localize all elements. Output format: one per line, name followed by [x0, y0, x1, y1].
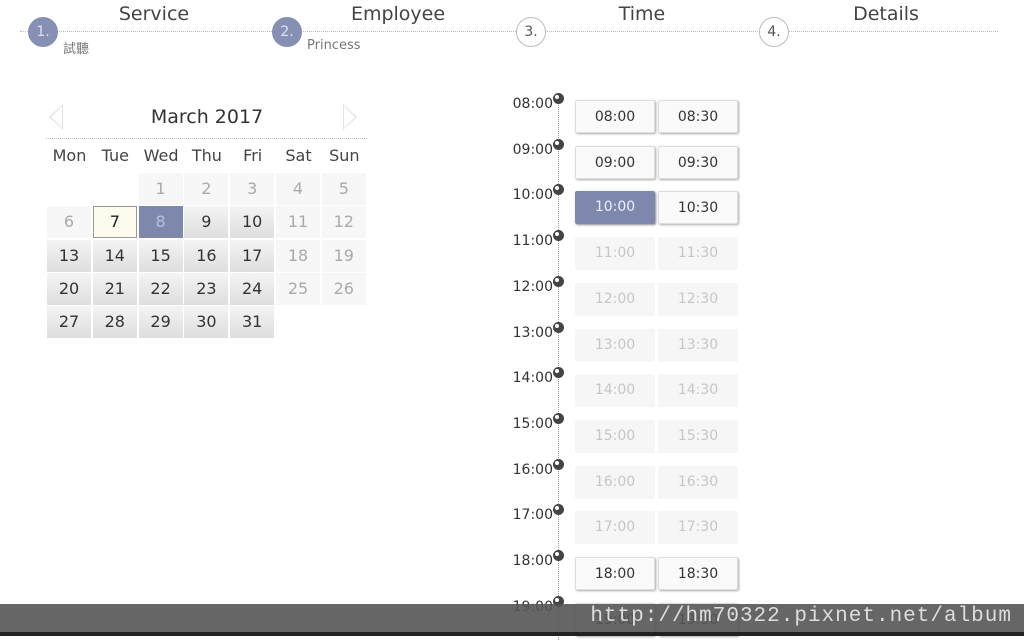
calendar-day: 3 [230, 173, 275, 205]
time-slot-button: 11:00 [575, 237, 655, 271]
weekday-sun: Sun [329, 146, 360, 165]
hour-label: 12:00 [512, 278, 553, 295]
calendar-day[interactable]: 16 [184, 239, 229, 272]
calendar-day[interactable]: 20 [47, 272, 91, 305]
calendar-day[interactable]: 17 [230, 239, 275, 272]
next-month-arrow-icon[interactable] [343, 104, 357, 130]
clock-icon [553, 275, 564, 287]
calendar-day[interactable]: 13 [47, 239, 91, 272]
time-slot-button: 14:30 [658, 374, 738, 408]
hour-label: 16:00 [512, 461, 553, 478]
clock-icon [553, 504, 564, 516]
time-slot-button[interactable]: 10:00 [575, 191, 655, 225]
calendar-day: 26 [321, 272, 366, 305]
calendar-day: 25 [276, 272, 320, 305]
weekday-mon: Mon [52, 146, 87, 165]
watermark-bottom-strip [0, 632, 1024, 636]
time-slot-button: 12:30 [658, 282, 738, 316]
time-slot-button: 15:00 [575, 419, 655, 453]
time-slot-button: 17:30 [658, 511, 738, 545]
hour-label: 11:00 [512, 233, 553, 250]
time-slot-button: 15:30 [658, 419, 738, 453]
calendar-day[interactable]: 29 [138, 306, 183, 339]
calendar-day[interactable]: 22 [138, 272, 183, 305]
hour-label: 13:00 [512, 324, 553, 341]
hour-label: 18:00 [512, 553, 553, 569]
calendar-day: 12 [321, 206, 366, 239]
weekday-fri: Fri [243, 146, 263, 165]
calendar-day[interactable]: 30 [184, 306, 229, 339]
hour-label: 17:00 [512, 507, 553, 524]
calendar-day[interactable]: 9 [184, 206, 229, 239]
clock-icon [553, 550, 564, 561]
time-slot-button[interactable]: 09:30 [658, 145, 738, 179]
clock-icon [553, 184, 564, 196]
calendar-day[interactable]: 10 [230, 206, 275, 239]
calendar-day[interactable]: 24 [230, 272, 275, 305]
step-1-subtitle: 試聽 [63, 42, 90, 57]
calendar-day: 6 [47, 206, 91, 239]
time-slot-button[interactable]: 18:30 [658, 557, 738, 590]
calendar-day: 19 [321, 239, 366, 272]
clock-icon [553, 367, 564, 379]
calendar-day: 2 [184, 173, 229, 205]
hour-label: 15:00 [512, 415, 553, 432]
calendar-day[interactable]: 8 [138, 206, 183, 239]
calendar-day[interactable]: 21 [92, 272, 137, 305]
weekday-tue: Tue [101, 146, 129, 165]
step-4-title[interactable]: Details [786, 3, 986, 25]
calendar-day: 1 [138, 173, 183, 205]
calendar-day[interactable]: 31 [230, 306, 275, 339]
time-slot-button: 16:00 [575, 465, 655, 499]
clock-icon [553, 230, 564, 242]
time-slot-button[interactable]: 10:30 [658, 191, 738, 225]
calendar-month-title: March 2017 [150, 106, 264, 128]
clock-icon [553, 412, 564, 424]
hour-label: 14:00 [512, 370, 553, 387]
time-slot-button[interactable]: 09:00 [575, 145, 655, 179]
weekday-sat: Sat [285, 146, 312, 165]
step-3-title[interactable]: Time [542, 3, 742, 25]
time-slot-button[interactable]: 08:30 [658, 100, 738, 133]
weekday-wed: Wed [143, 146, 179, 165]
time-slot-button: 17:00 [575, 511, 655, 545]
hour-label: 10:00 [512, 187, 553, 204]
calendar-day: 4 [276, 173, 320, 205]
step-1-title[interactable]: Service [54, 3, 254, 25]
hour-label: 08:00 [512, 96, 553, 112]
calendar-day[interactable]: 27 [47, 306, 91, 339]
calendar-day[interactable]: 28 [92, 306, 137, 339]
time-slot-button: 11:30 [658, 237, 738, 271]
clock-icon [553, 93, 564, 104]
weekday-thu: Thu [191, 146, 222, 165]
step-2-subtitle: Princess [307, 38, 361, 53]
calendar-day: 18 [276, 239, 320, 272]
watermark-text: http://hm70322.pixnet.net/album [590, 605, 1012, 628]
clock-icon [553, 321, 564, 333]
calendar-day[interactable]: 14 [92, 239, 137, 272]
time-slot-button: 13:00 [575, 328, 655, 362]
clock-icon [553, 458, 564, 470]
hour-label: 09:00 [512, 141, 553, 158]
clock-icon [553, 138, 564, 150]
time-slot-button: 14:00 [575, 374, 655, 408]
calendar-day[interactable]: 7 [92, 206, 137, 239]
time-slot-button: 16:30 [658, 465, 738, 499]
calendar-day[interactable]: 15 [138, 239, 183, 272]
time-slot-button[interactable]: 08:00 [575, 100, 655, 133]
calendar-day: 5 [321, 173, 366, 205]
step-2-title[interactable]: Employee [298, 3, 498, 25]
calendar-day: 11 [276, 206, 320, 239]
time-slot-button: 13:30 [658, 328, 738, 362]
calendar-divider [46, 138, 367, 139]
step-4-circle[interactable]: 4. [759, 17, 789, 47]
calendar-day[interactable]: 23 [184, 272, 229, 305]
steps-line [20, 31, 998, 32]
time-slot-button: 12:00 [575, 282, 655, 316]
time-slot-button[interactable]: 18:00 [575, 557, 655, 590]
